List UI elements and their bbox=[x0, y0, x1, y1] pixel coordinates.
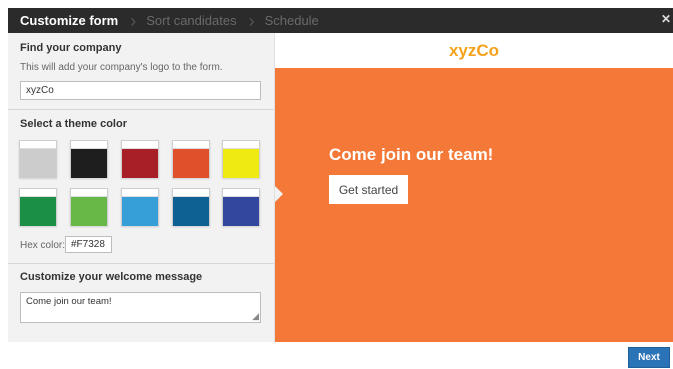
step-schedule[interactable]: Schedule bbox=[265, 13, 319, 28]
theme-swatch[interactable] bbox=[19, 140, 57, 178]
step-label: Sort candidates bbox=[146, 13, 237, 28]
welcome-section-title: Customize your welcome message bbox=[20, 271, 203, 283]
settings-panel: Find your company This will add your com… bbox=[8, 33, 275, 342]
theme-swatch[interactable] bbox=[70, 140, 108, 178]
chevron-right-icon: › bbox=[130, 10, 137, 31]
company-help-text: This will add your company's logo to the… bbox=[20, 62, 223, 73]
step-sort-candidates[interactable]: Sort candidates bbox=[146, 13, 236, 28]
theme-swatch[interactable] bbox=[172, 188, 210, 226]
theme-swatch[interactable] bbox=[70, 188, 108, 226]
hex-color-label: Hex color: bbox=[20, 240, 66, 251]
close-icon[interactable]: ✕ bbox=[661, 12, 671, 26]
company-input-value: xyzCo bbox=[26, 85, 54, 96]
selection-pointer-icon bbox=[275, 186, 283, 202]
hex-color-value: #F7328 bbox=[71, 239, 105, 250]
theme-swatch[interactable] bbox=[121, 188, 159, 226]
preview-panel: Come join our team! Get started bbox=[275, 68, 673, 342]
preview-heading: Come join our team! bbox=[329, 145, 494, 164]
divider bbox=[8, 109, 274, 110]
next-button[interactable]: Next bbox=[628, 347, 670, 368]
step-label: Schedule bbox=[264, 13, 319, 28]
company-logo-text: xyzCo bbox=[448, 40, 500, 60]
divider bbox=[8, 263, 274, 264]
welcome-message-value: Come join our team! bbox=[26, 296, 112, 307]
step-label: Customize form bbox=[20, 13, 119, 28]
hex-color-input[interactable]: #F7328 bbox=[65, 236, 112, 253]
welcome-message-textarea[interactable]: Come join our team! ◢ bbox=[20, 292, 261, 323]
company-input[interactable]: xyzCo bbox=[20, 81, 261, 100]
get-started-button[interactable]: Get started bbox=[329, 175, 408, 204]
theme-section-title: Select a theme color bbox=[20, 118, 127, 130]
theme-swatch[interactable] bbox=[222, 188, 260, 226]
theme-swatch[interactable] bbox=[121, 140, 159, 178]
theme-swatch[interactable] bbox=[172, 140, 210, 178]
step-customize-form[interactable]: Customize form bbox=[8, 13, 118, 28]
chevron-right-icon: › bbox=[248, 10, 255, 31]
resize-handle-icon[interactable]: ◢ bbox=[252, 312, 259, 321]
wizard-steps-bar: Customize form › Sort candidates › Sched… bbox=[8, 8, 673, 33]
preview-logo-bar: xyzCo bbox=[275, 33, 673, 68]
company-section-title: Find your company bbox=[20, 42, 122, 54]
theme-swatch[interactable] bbox=[19, 188, 57, 226]
theme-swatch[interactable] bbox=[222, 140, 260, 178]
